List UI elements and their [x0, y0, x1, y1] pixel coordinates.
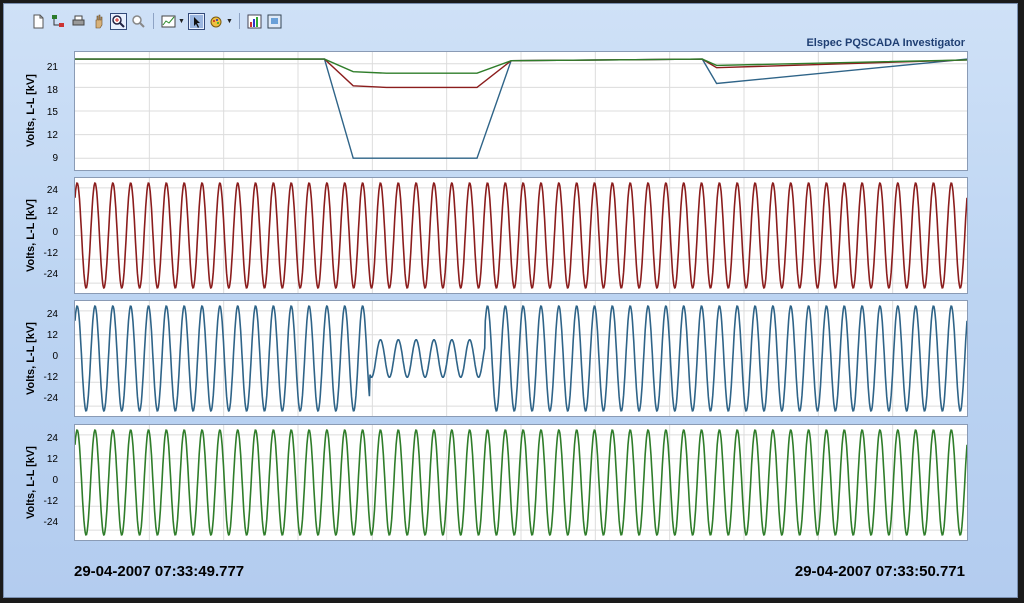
- panel-3-tick: -12: [43, 372, 58, 383]
- panel-4-tick: -24: [43, 517, 58, 528]
- waveform-chart-green: [75, 425, 967, 540]
- print-icon[interactable]: [70, 13, 87, 30]
- panel-1-tick: 9: [52, 153, 58, 164]
- panel-3-tick: 0: [52, 351, 58, 362]
- export-icon[interactable]: [266, 13, 283, 30]
- panel-1-tick: 12: [46, 130, 58, 141]
- panel-4-tick: 12: [46, 454, 58, 465]
- panel-2-tick: -24: [43, 269, 58, 280]
- end-timestamp: 29-04-2007 07:33:50.771: [794, 563, 965, 580]
- panel-1-tick: 18: [46, 85, 58, 96]
- start-timestamp: 29-04-2007 07:33:49.777: [74, 563, 245, 580]
- panel-3-tick: -24: [43, 393, 58, 404]
- tree-icon[interactable]: [50, 13, 67, 30]
- panel-2-tick: 12: [46, 206, 58, 217]
- chevron-down-icon[interactable]: ▼: [226, 18, 233, 25]
- toolbar-separator: [238, 13, 240, 29]
- toolbar-separator: [153, 13, 154, 29]
- toolbar: ▼ ▼: [30, 10, 283, 32]
- zoom-in-icon[interactable]: [110, 12, 127, 30]
- panel-3-tick: 24: [46, 309, 58, 320]
- new-document-icon[interactable]: [30, 13, 47, 30]
- report-icon[interactable]: [246, 13, 263, 30]
- zoom-out-icon[interactable]: [130, 13, 147, 30]
- chevron-down-icon[interactable]: ▼: [178, 18, 185, 25]
- panel-4-tick: 0: [52, 475, 58, 486]
- waveform-panel-red[interactable]: [74, 177, 968, 294]
- panel-2-tick: 0: [52, 227, 58, 238]
- panel-4-tick: -12: [43, 496, 58, 507]
- rms-panel[interactable]: [74, 51, 968, 171]
- brand-title: Elspec PQSCADA Investigator: [806, 37, 965, 49]
- app-window: ▼ ▼ Elspec PQSCADA Investigator Volts, L…: [3, 3, 1018, 598]
- waveform-panel-green[interactable]: [74, 424, 968, 541]
- panel-1-tick: 15: [46, 107, 58, 118]
- color-palette-icon[interactable]: [208, 13, 225, 30]
- waveform-chart-blue: [75, 301, 967, 416]
- rms-chart: [75, 52, 967, 170]
- panel-1-tick: 21: [46, 62, 58, 73]
- panel-4-tick: 24: [46, 433, 58, 444]
- panel-2-tick: -12: [43, 248, 58, 259]
- cursor-select-icon[interactable]: [187, 12, 205, 30]
- panel-3-tick: 12: [46, 330, 58, 341]
- pan-hand-icon[interactable]: [90, 13, 107, 30]
- chart-settings-icon[interactable]: [160, 13, 177, 30]
- waveform-panel-blue[interactable]: [74, 300, 968, 417]
- waveform-chart-red: [75, 178, 967, 293]
- panel-2-tick: 24: [46, 185, 58, 196]
